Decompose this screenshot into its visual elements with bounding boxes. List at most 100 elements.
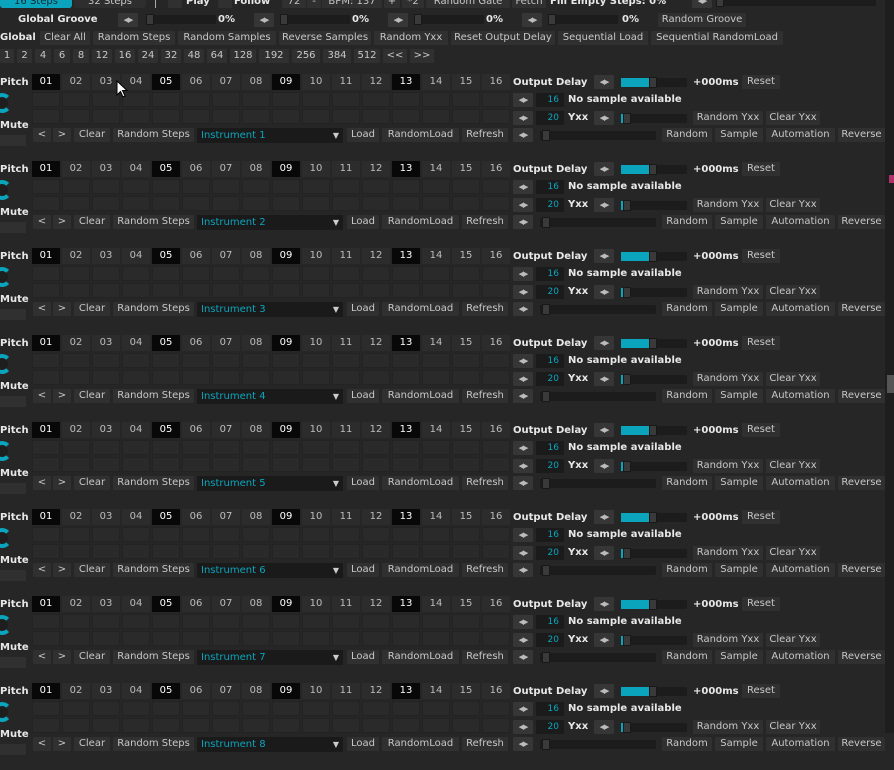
- step-cell[interactable]: [362, 457, 390, 472]
- step-cell[interactable]: [122, 196, 150, 211]
- step-cell[interactable]: [482, 353, 510, 368]
- random-button[interactable]: Random: [662, 563, 712, 577]
- yxx-stepper[interactable]: ◀▶: [513, 546, 533, 560]
- random-button[interactable]: Random: [662, 215, 712, 229]
- step-cell[interactable]: [422, 92, 450, 107]
- step-cell[interactable]: [182, 614, 210, 629]
- yxx-value-stepper[interactable]: ◀▶: [594, 459, 614, 473]
- yxx-slider[interactable]: [621, 200, 687, 211]
- step-header-6[interactable]: 06: [182, 683, 210, 699]
- sample-button[interactable]: Sample: [715, 389, 763, 403]
- step-cell[interactable]: [182, 701, 210, 716]
- pitch-knob[interactable]: [0, 615, 12, 635]
- global-random-steps-button[interactable]: Random Steps: [93, 31, 175, 45]
- step-header-5[interactable]: 05: [152, 248, 180, 264]
- mute-toggle[interactable]: [0, 483, 26, 494]
- prev-button[interactable]: <: [33, 389, 51, 403]
- step-cell[interactable]: [182, 631, 210, 646]
- step-cell[interactable]: [422, 457, 450, 472]
- step-header-11[interactable]: 11: [332, 683, 360, 699]
- automation-button[interactable]: Automation: [766, 563, 835, 577]
- step-cell[interactable]: [422, 718, 450, 733]
- step-cell[interactable]: [362, 179, 390, 194]
- step-cell[interactable]: [62, 614, 90, 629]
- step-header-2[interactable]: 02: [62, 422, 90, 438]
- step-cell[interactable]: [482, 544, 510, 559]
- reset-delay-button[interactable]: Reset: [742, 75, 780, 89]
- step-cell[interactable]: [362, 92, 390, 107]
- reset-delay-button[interactable]: Reset: [742, 684, 780, 698]
- length-button-5[interactable]: 12: [92, 49, 112, 63]
- step-cell[interactable]: [362, 718, 390, 733]
- step-header-6[interactable]: 06: [182, 509, 210, 525]
- volume-slider[interactable]: [540, 652, 656, 663]
- step-cell[interactable]: [122, 457, 150, 472]
- output-delay-stepper[interactable]: ◀▶: [594, 162, 614, 176]
- sample-stepper[interactable]: ◀▶: [513, 267, 533, 281]
- prev-button[interactable]: <: [33, 737, 51, 751]
- reverse-button[interactable]: Reverse: [838, 302, 885, 316]
- step-header-10[interactable]: 10: [302, 74, 330, 90]
- step-header-7[interactable]: 07: [212, 74, 240, 90]
- step-cell[interactable]: [482, 92, 510, 107]
- load-button[interactable]: Load: [347, 389, 379, 403]
- scrollbar[interactable]: [885, 0, 894, 733]
- step-cell[interactable]: [92, 353, 120, 368]
- step-cell[interactable]: [212, 614, 240, 629]
- sample-number-field[interactable]: 16: [536, 528, 564, 542]
- clear-button[interactable]: Clear: [74, 563, 110, 577]
- step-cell[interactable]: [272, 92, 300, 107]
- step-cell[interactable]: [362, 631, 390, 646]
- fill-empty-slider[interactable]: [716, 0, 876, 7]
- step-cell[interactable]: [212, 196, 240, 211]
- output-delay-slider[interactable]: [621, 251, 687, 262]
- bpm-double-button[interactable]: *2: [402, 0, 424, 8]
- step-header-16[interactable]: 16: [482, 596, 510, 612]
- step-header-16[interactable]: 16: [482, 683, 510, 699]
- step-cell[interactable]: [482, 718, 510, 733]
- refresh-button[interactable]: Refresh: [462, 128, 508, 142]
- volume-stepper[interactable]: ◀▶: [513, 302, 533, 316]
- length-button-14[interactable]: 384: [323, 49, 351, 63]
- play-checkbox[interactable]: [168, 0, 182, 8]
- groove-slider-4[interactable]: [548, 14, 618, 25]
- prev-button[interactable]: <: [33, 128, 51, 142]
- step-cell[interactable]: [212, 457, 240, 472]
- step-header-15[interactable]: 15: [452, 161, 480, 177]
- groove-stepper-4[interactable]: ◀▶: [522, 13, 542, 27]
- step-cell[interactable]: [272, 544, 300, 559]
- clear-yxx-button[interactable]: Clear Yxx: [766, 111, 820, 125]
- step-cell[interactable]: [122, 266, 150, 281]
- load-button[interactable]: Load: [347, 215, 379, 229]
- step-header-2[interactable]: 02: [62, 509, 90, 525]
- step-cell[interactable]: [32, 196, 60, 211]
- step-cell[interactable]: [272, 718, 300, 733]
- step-header-1[interactable]: 01: [32, 509, 60, 525]
- step-cell[interactable]: [152, 457, 180, 472]
- step-header-15[interactable]: 15: [452, 509, 480, 525]
- step-header-13[interactable]: 13: [392, 335, 420, 351]
- step-header-4[interactable]: 04: [122, 248, 150, 264]
- step-cell[interactable]: [242, 457, 270, 472]
- step-header-7[interactable]: 07: [212, 509, 240, 525]
- step-cell[interactable]: [422, 266, 450, 281]
- step-cell[interactable]: [212, 544, 240, 559]
- step-header-2[interactable]: 02: [62, 161, 90, 177]
- length-button-16[interactable]: <<: [383, 49, 407, 63]
- step-header-5[interactable]: 05: [152, 683, 180, 699]
- step-cell[interactable]: [122, 283, 150, 298]
- sample-number-field[interactable]: 16: [536, 354, 564, 368]
- step-header-8[interactable]: 08: [242, 161, 270, 177]
- step-cell[interactable]: [392, 196, 420, 211]
- yxx-number-field[interactable]: 20: [536, 111, 564, 125]
- step-cell[interactable]: [122, 718, 150, 733]
- yxx-slider[interactable]: [621, 461, 687, 472]
- step-cell[interactable]: [272, 457, 300, 472]
- step-cell[interactable]: [122, 544, 150, 559]
- step-cell[interactable]: [302, 283, 330, 298]
- step-header-7[interactable]: 07: [212, 596, 240, 612]
- length-button-0[interactable]: 1: [0, 49, 14, 63]
- length-button-4[interactable]: 8: [73, 49, 89, 63]
- groove-stepper-2[interactable]: ◀▶: [254, 13, 274, 27]
- yxx-slider[interactable]: [621, 635, 687, 646]
